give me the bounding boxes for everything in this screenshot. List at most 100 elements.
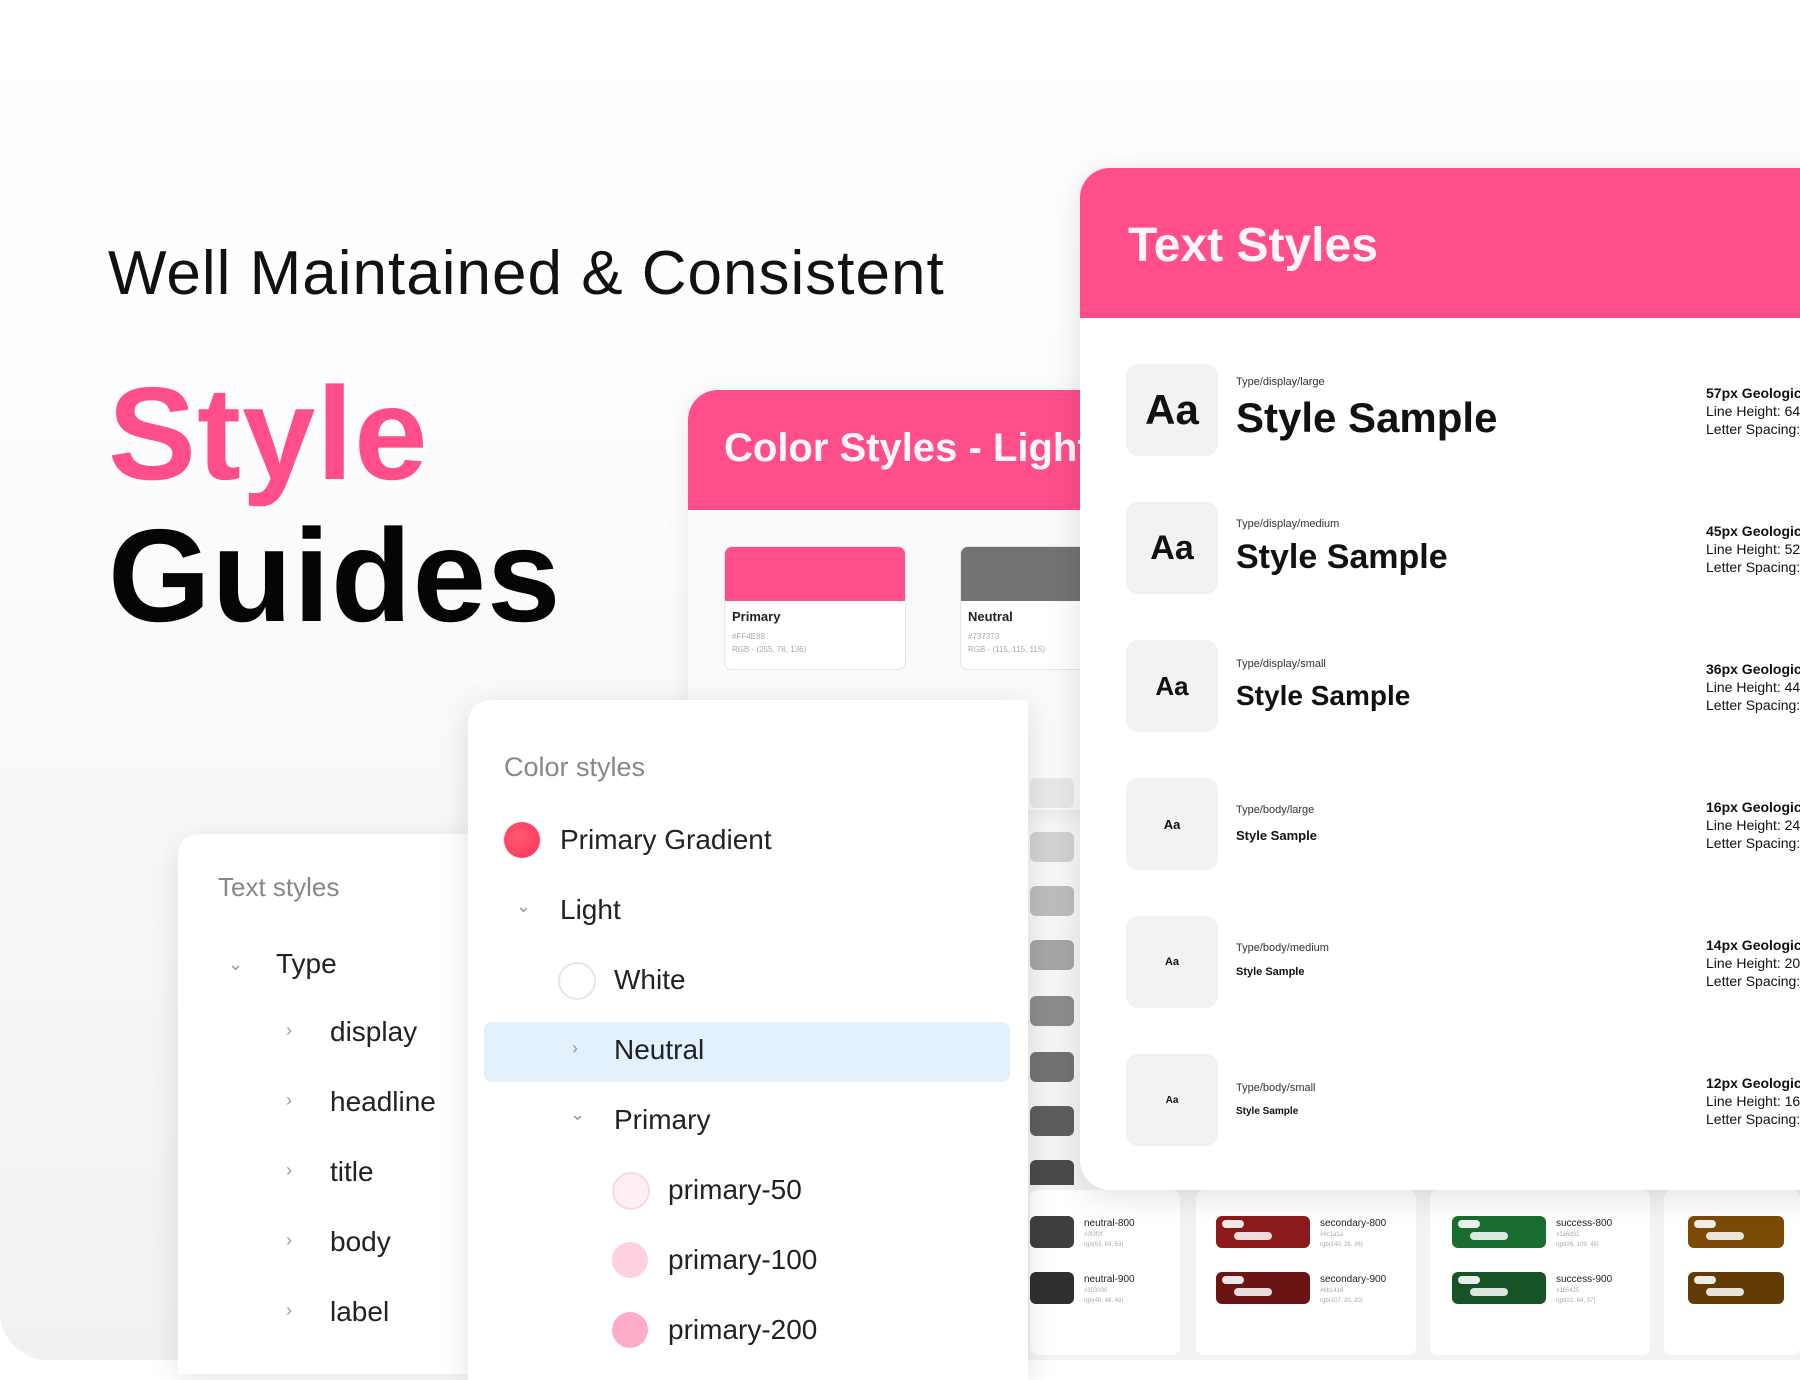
palette-hex: #3f3f3f: [1084, 1232, 1103, 1238]
text-styles-card-header: Text Styles: [1080, 168, 1800, 318]
neutral-swatch-chip: [1030, 1052, 1074, 1082]
palette-hex: #303030: [1084, 1288, 1108, 1294]
color-styles-panel: Color styles Primary Gradient ⌄ Light Wh…: [468, 700, 1028, 1380]
style-token: Type/display/large: [1236, 376, 1325, 388]
neutral-swatch-chip: [1030, 940, 1074, 970]
palette-label: secondary-900: [1320, 1274, 1387, 1285]
swatch-name: Primary: [732, 609, 781, 624]
palette-rgb: rgb(48, 48, 48): [1084, 1298, 1124, 1304]
chevron-down-icon[interactable]: ⌄: [516, 896, 531, 917]
palette-label: neutral-800: [1084, 1218, 1135, 1229]
tree-item-body[interactable]: body: [330, 1226, 391, 1258]
color-card-title: Color Styles - Light: [724, 426, 1091, 470]
tree-item-type[interactable]: Type: [276, 948, 337, 980]
hero-title-style: Style: [108, 360, 429, 507]
style-sample: Style Sample: [1236, 394, 1498, 441]
primary-50-swatch: [612, 1172, 650, 1210]
style-letter-spacing: Letter Spacing: 0: [1706, 559, 1800, 575]
style-sample: Style Sample: [1236, 966, 1305, 978]
palette-hex: #1a6d31: [1556, 1232, 1580, 1238]
swatch-color: [725, 547, 905, 601]
secondary-900-chip: [1216, 1272, 1310, 1304]
type-preview-icon: Aa: [1126, 778, 1218, 870]
style-letter-spacing: Letter Spacing: 0: [1706, 973, 1800, 989]
type-preview-icon: Aa: [1126, 1054, 1218, 1146]
chevron-down-icon[interactable]: ⌄: [570, 1104, 585, 1125]
neutral-swatch-chip: [1030, 1106, 1074, 1136]
success-800-chip: [1452, 1216, 1546, 1248]
tree-item-label[interactable]: label: [330, 1296, 389, 1328]
chevron-right-icon[interactable]: ›: [286, 1020, 292, 1041]
style-size: 16px Geologica: [1706, 799, 1800, 815]
text-styles-card-title: Text Styles: [1128, 219, 1378, 272]
color-group-light[interactable]: Light: [560, 894, 621, 926]
style-token: Type/display/small: [1236, 658, 1326, 670]
style-letter-spacing: Letter Spacing: 0: [1706, 835, 1800, 851]
chevron-right-icon[interactable]: ›: [286, 1090, 292, 1111]
tree-item-title[interactable]: title: [330, 1156, 374, 1188]
style-line-height: Line Height: 20px: [1706, 955, 1800, 971]
style-sample: Style Sample: [1236, 1106, 1299, 1117]
text-style-row[interactable]: Aa Type/body/small Style Sample 12px Geo…: [1126, 1054, 1800, 1146]
tree-item-headline[interactable]: headline: [330, 1086, 436, 1118]
style-line-height: Line Height: 16px: [1706, 1093, 1800, 1109]
selected-row-highlight[interactable]: [484, 1022, 1010, 1082]
text-styles-panel-title: Text styles: [218, 872, 340, 902]
style-token: Type/display/medium: [1236, 518, 1340, 530]
type-preview-icon: Aa: [1126, 640, 1218, 732]
style-token: Type/body/medium: [1236, 942, 1329, 954]
style-token: Type/body/small: [1236, 1082, 1316, 1094]
color-item-primary-50[interactable]: primary-50: [668, 1174, 802, 1206]
style-sample: Style Sample: [1236, 538, 1448, 576]
text-styles-card: Text Styles Aa Type/display/large Style …: [1080, 168, 1800, 1190]
palette-label: success-900: [1556, 1274, 1613, 1285]
color-styles-panel-title: Color styles: [504, 752, 646, 782]
neutral-swatch-chip: [1030, 886, 1074, 916]
style-letter-spacing: Letter Spacing: 0: [1706, 697, 1800, 713]
palette-rgb: rgb(140, 26, 26): [1320, 1242, 1363, 1248]
chevron-right-icon[interactable]: ›: [572, 1038, 578, 1059]
palette-hex: #8c1a1a: [1320, 1232, 1344, 1238]
color-card-header: Color Styles - Light: [688, 390, 1108, 510]
text-style-row[interactable]: Aa Type/body/large Style Sample 16px Geo…: [1126, 778, 1800, 870]
style-line-height: Line Height: 24px: [1706, 817, 1800, 833]
color-item-primary-100[interactable]: primary-100: [668, 1244, 817, 1276]
color-group-neutral[interactable]: Neutral: [614, 1034, 704, 1066]
text-style-row[interactable]: Aa Type/display/medium Style Sample 45px…: [1126, 502, 1800, 594]
text-style-row[interactable]: Aa Type/display/large Style Sample 57px …: [1126, 364, 1800, 456]
primary-100-swatch: [612, 1242, 648, 1278]
warning-900-chip: [1688, 1272, 1784, 1304]
swatch-primary[interactable]: Primary #FF4E88 RGB - (255, 78, 136): [724, 546, 906, 670]
color-item-white[interactable]: White: [614, 964, 686, 996]
chevron-right-icon[interactable]: ›: [286, 1160, 292, 1181]
color-item-primary-200[interactable]: primary-200: [668, 1314, 817, 1346]
palette-hex: #165425: [1556, 1288, 1580, 1294]
color-group-primary[interactable]: Primary: [614, 1104, 710, 1136]
hero-tagline: Well Maintained & Consistent: [108, 239, 945, 308]
chevron-right-icon[interactable]: ›: [286, 1230, 292, 1251]
neutral-swatch-chip: [1030, 778, 1074, 808]
palette-rgb: rgb(107, 20, 20): [1320, 1298, 1363, 1304]
style-meta: 14px Geologica Line Height: 20px Letter Sp…: [1706, 936, 1800, 990]
style-size: 12px Geologica: [1706, 1075, 1800, 1091]
palette-hex: #6b1414: [1320, 1288, 1344, 1294]
neutral-swatch-chip: [1030, 832, 1074, 862]
style-line-height: Line Height: 52px: [1706, 541, 1800, 557]
palette-label: secondary-800: [1320, 1218, 1387, 1229]
primary-200-swatch: [612, 1312, 648, 1348]
text-style-row[interactable]: Aa Type/display/small Style Sample 36px …: [1126, 640, 1800, 732]
style-meta: 45px Geologica Line Height: 52px Letter Sp…: [1706, 522, 1800, 576]
chevron-right-icon[interactable]: ›: [286, 1300, 292, 1321]
style-letter-spacing: Letter Spacing: 0: [1706, 421, 1800, 437]
type-preview-icon: Aa: [1126, 916, 1218, 1008]
success-900-chip: [1452, 1272, 1546, 1304]
palette-label: success-800: [1556, 1218, 1613, 1229]
style-letter-spacing: Letter Spacing: 0: [1706, 1111, 1800, 1127]
tree-item-display[interactable]: display: [330, 1016, 417, 1048]
style-size: 36px Geologica: [1706, 661, 1800, 677]
chevron-down-icon[interactable]: ⌄: [228, 954, 243, 975]
text-style-row[interactable]: Aa Type/body/medium Style Sample 14px Ge…: [1126, 916, 1800, 1008]
palette-rgb: rgb(63, 63, 63): [1084, 1242, 1124, 1248]
color-item-primary-gradient[interactable]: Primary Gradient: [560, 824, 772, 856]
style-sample: Style Sample: [1236, 828, 1317, 843]
